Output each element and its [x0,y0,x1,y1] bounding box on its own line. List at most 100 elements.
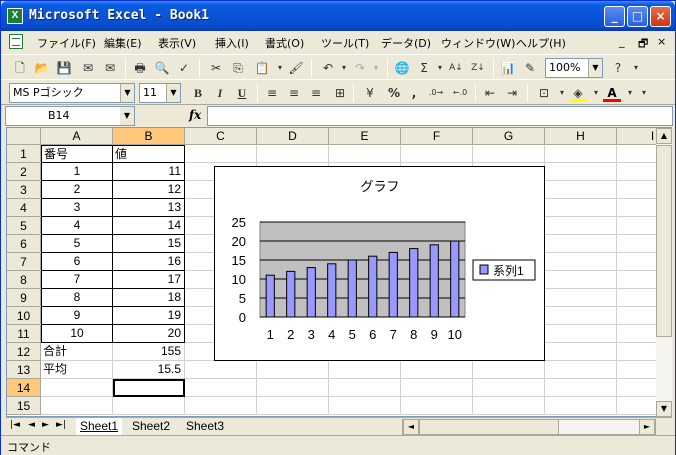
cell-a7[interactable]: 6 [41,253,113,271]
merge-center-icon[interactable]: ⊞ [331,84,349,102]
italic-button[interactable]: I [211,84,229,102]
menu-tools[interactable]: ツール(T) [321,35,369,51]
minimize-button[interactable]: _ [604,6,625,27]
cell-b5[interactable]: 14 [113,217,185,235]
cell-f1[interactable] [401,145,473,163]
cell-f13[interactable] [401,361,473,379]
insert-function-icon[interactable]: fx [189,108,201,122]
cell-b12[interactable]: 155 [113,343,185,361]
cell-e1[interactable] [329,145,401,163]
comma-button[interactable]: , [405,84,423,102]
title-bar[interactable]: X Microsoft Excel - Book1 _ □ × [1,1,675,31]
hscroll-thumb[interactable] [419,419,559,435]
cell-b14[interactable] [113,379,185,397]
cell-c1[interactable] [185,145,257,163]
workbook-icon[interactable] [9,34,23,49]
font-color-icon[interactable]: A [603,84,621,102]
menu-edit[interactable]: 編集(E) [104,35,142,51]
cell-a15[interactable] [41,397,113,415]
font-size-dropdown-icon[interactable]: ▼ [166,84,180,102]
cell-f15[interactable] [401,397,473,415]
cell-h1[interactable] [545,145,617,163]
cell-a9[interactable]: 8 [41,289,113,307]
cell-e15[interactable] [329,397,401,415]
sheet-tab-2[interactable]: Sheet2 [128,418,174,435]
copy-icon[interactable]: ⎘ [229,59,247,77]
cell-a13[interactable]: 平均 [41,361,113,379]
row-header-4[interactable]: 4 [7,199,41,217]
cell-a14[interactable] [41,379,113,397]
cell-f14[interactable] [401,379,473,397]
cell-h8[interactable] [545,271,617,289]
zoom-dropdown-icon[interactable]: ▼ [588,59,602,77]
cell-h15[interactable] [545,397,617,415]
cell-b3[interactable]: 12 [113,181,185,199]
drawing-icon[interactable]: ✎ [521,59,539,77]
cell-a5[interactable]: 4 [41,217,113,235]
doc-minimize-button[interactable]: _ [619,35,625,48]
decrease-indent-icon[interactable]: ⇤ [481,84,499,102]
align-right-icon[interactable]: ≡ [307,84,325,102]
new-document-icon[interactable]: 🗋 [11,59,29,77]
cell-b1[interactable]: 値 [113,145,185,163]
sheet-tab-3[interactable]: Sheet3 [182,418,228,435]
cell-h2[interactable] [545,163,617,181]
column-header-e[interactable]: E [329,128,401,145]
cell-a4[interactable]: 3 [41,199,113,217]
embedded-chart[interactable]: グラフ 0 5 10 15 20 25 1 2 3 4 5 6 7 8 9 10 系列1 [214,166,545,361]
increase-decimal-icon[interactable]: .0→ [427,84,445,102]
toolbar-options-icon-2[interactable]: ▾ [635,84,653,102]
underline-button[interactable]: U [233,84,251,102]
column-header-d[interactable]: D [257,128,329,145]
align-center-icon[interactable]: ≡ [285,84,303,102]
cell-b9[interactable]: 18 [113,289,185,307]
doc-close-button[interactable]: × [657,35,666,48]
row-header-6[interactable]: 6 [7,235,41,253]
row-header-14[interactable]: 14 [7,379,41,397]
cell-h5[interactable] [545,217,617,235]
cell-g13[interactable] [473,361,545,379]
cell-d13[interactable] [257,361,329,379]
menu-help[interactable]: ヘルプ(H) [516,35,566,51]
borders-icon[interactable]: ⊡ [535,84,553,102]
cell-h6[interactable] [545,235,617,253]
select-all-corner[interactable] [7,128,41,145]
paste-icon[interactable]: 📋 [253,59,271,77]
print-preview-icon[interactable]: 🔍 [153,59,171,77]
name-box[interactable]: B14 ▼ [5,106,135,126]
hyperlink-icon[interactable]: 🌐 [393,59,411,77]
column-header-b[interactable]: B [113,128,185,145]
scroll-thumb[interactable] [656,145,672,337]
row-header-10[interactable]: 10 [7,307,41,325]
menu-format[interactable]: 書式(O) [265,35,304,51]
percent-button[interactable]: % [385,84,403,102]
spelling-icon[interactable]: ✓ [175,59,193,77]
cell-h12[interactable] [545,343,617,361]
font-name-dropdown-icon[interactable]: ▼ [120,84,134,102]
sheet-tab-1[interactable]: Sheet1 [76,418,123,435]
increase-indent-icon[interactable]: ⇥ [503,84,521,102]
bold-button[interactable]: B [189,84,207,102]
doc-restore-button[interactable]: 🗗 [638,35,648,54]
cell-h13[interactable] [545,361,617,379]
cell-e13[interactable] [329,361,401,379]
format-painter-icon[interactable]: 🖌 [287,59,305,77]
fill-color-icon[interactable]: ◈ [569,84,587,102]
permission-icon[interactable]: ✉ [79,59,97,77]
column-header-g[interactable]: G [473,128,545,145]
cell-h7[interactable] [545,253,617,271]
name-box-dropdown-icon[interactable]: ▼ [120,107,134,125]
cell-e14[interactable] [329,379,401,397]
cell-c15[interactable] [185,397,257,415]
cell-b15[interactable] [113,397,185,415]
cell-g1[interactable] [473,145,545,163]
scroll-down-button[interactable]: ▼ [656,401,672,417]
sort-descending-icon[interactable]: Z↓ [469,59,487,77]
scroll-up-button[interactable]: ▲ [656,128,672,144]
column-header-a[interactable]: A [41,128,113,145]
chart-legend[interactable]: 系列1 [472,259,536,281]
cell-a11[interactable]: 10 [41,325,113,343]
cell-h9[interactable] [545,289,617,307]
row-header-8[interactable]: 8 [7,271,41,289]
zoom-select[interactable]: 100% ▼ [545,58,603,78]
